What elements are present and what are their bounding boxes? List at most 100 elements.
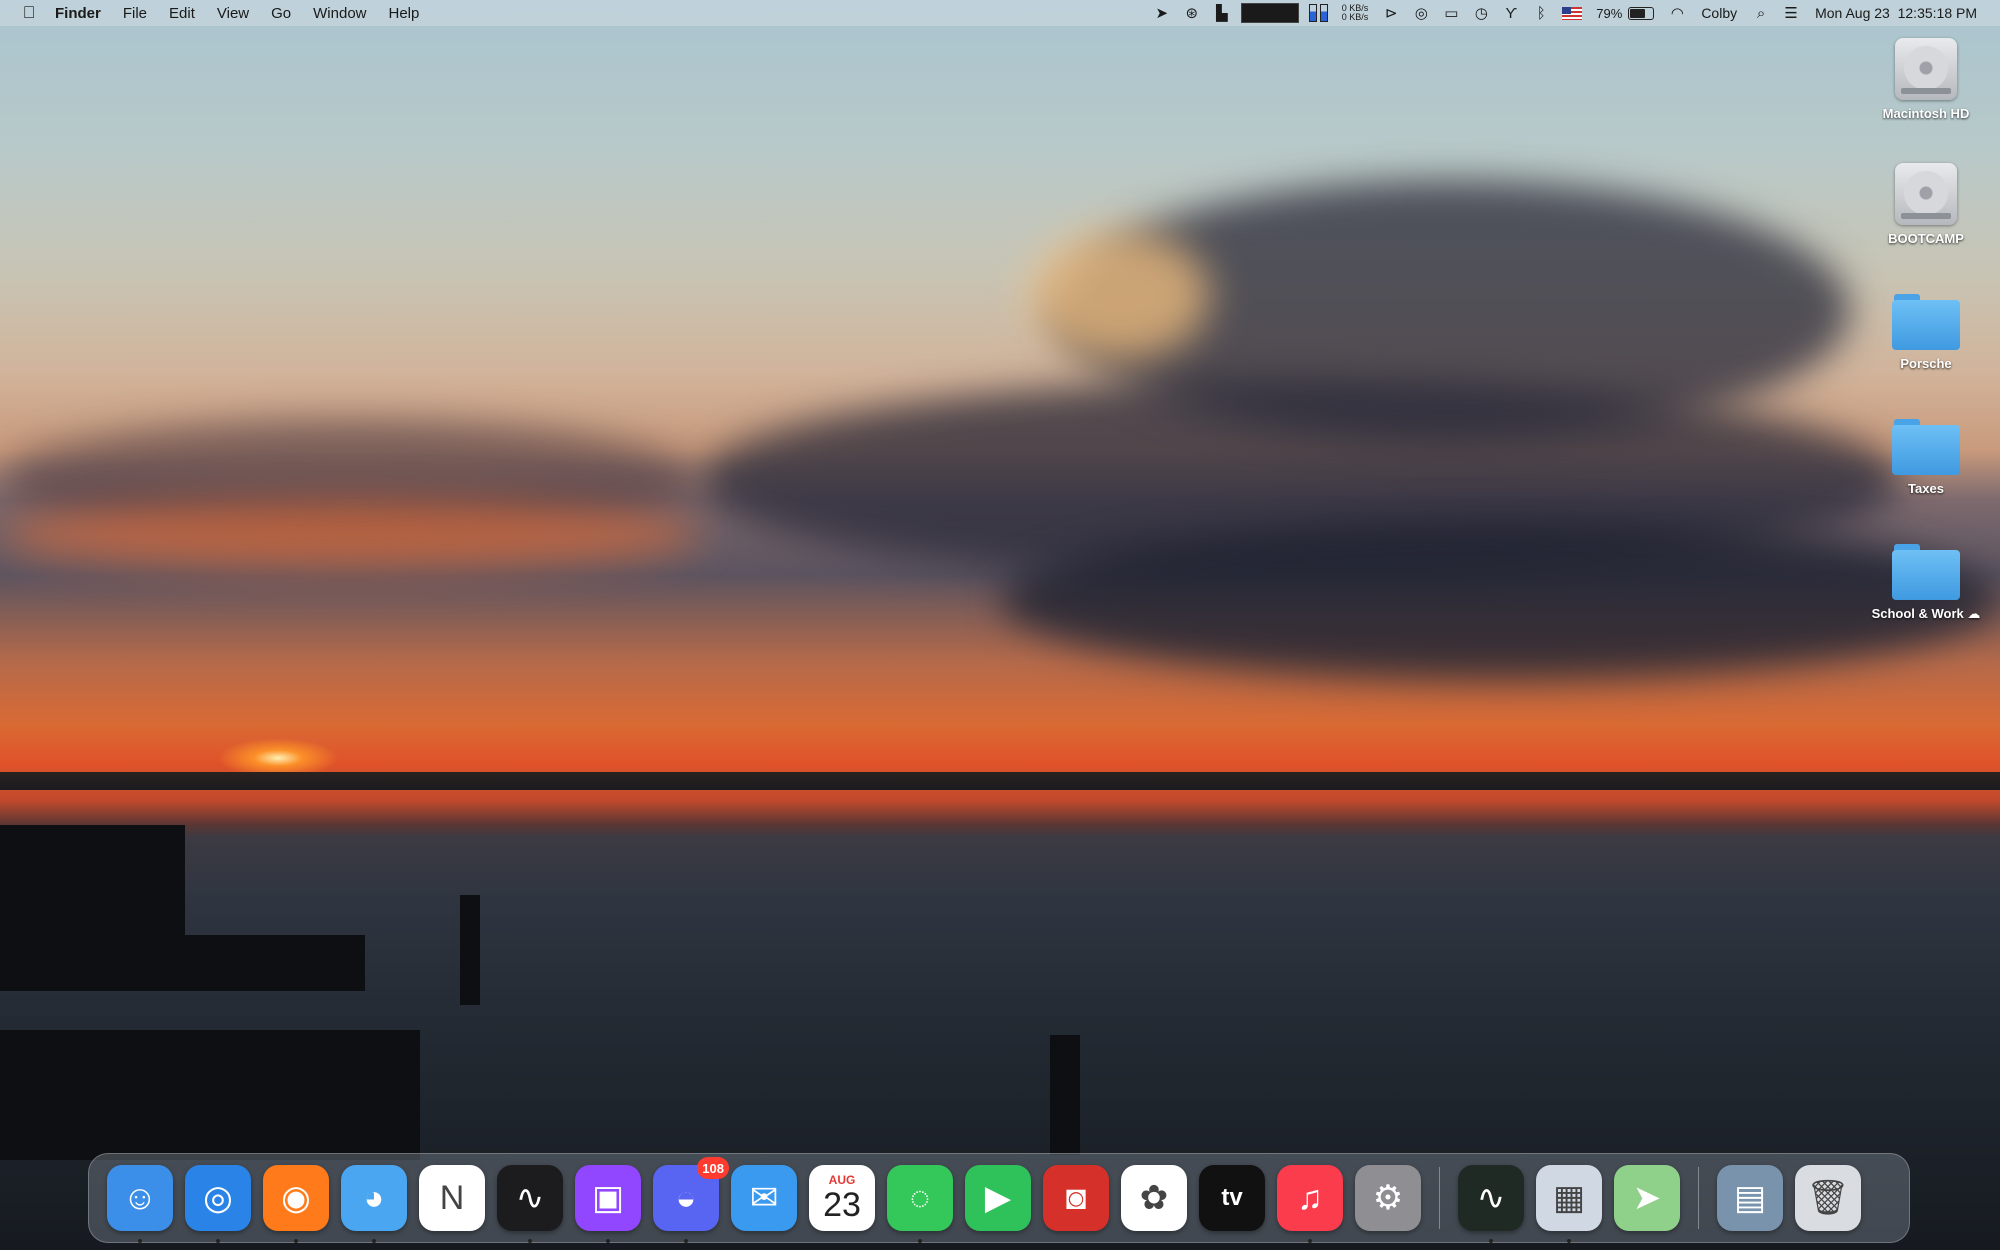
- folder-icon: [1892, 419, 1960, 475]
- cpu-usage-graph[interactable]: [1240, 3, 1299, 23]
- battery-icon: [1628, 6, 1655, 20]
- desktop-item-macintosh-hd[interactable]: Macintosh HD: [1861, 38, 1991, 121]
- menu-view[interactable]: View: [206, 5, 260, 22]
- us-flag-input-source-icon[interactable]: [1562, 6, 1583, 20]
- desktop-wallpaper: [0, 0, 2000, 1250]
- photo-booth-icon[interactable]: ◙: [1043, 1165, 1109, 1231]
- running-indicator: [684, 1239, 688, 1243]
- menu-help[interactable]: Help: [378, 5, 431, 22]
- dock-glyph: ◕: [363, 1178, 385, 1217]
- safari-icon[interactable]: ◎: [185, 1165, 251, 1243]
- clock[interactable]: Mon Aug 23 12:35:18 PM: [1806, 5, 1986, 21]
- menu-app-name[interactable]: Finder: [44, 5, 112, 22]
- running-indicator: [1308, 1239, 1312, 1243]
- dock-glyph: ▤: [1733, 1179, 1767, 1217]
- network-speed[interactable]: 0 KB/s 0 KB/s: [1334, 4, 1377, 22]
- menu-window[interactable]: Window: [302, 5, 377, 22]
- menu-go[interactable]: Go: [260, 5, 302, 22]
- network-download-rate: 0 KB/s: [1341, 12, 1369, 22]
- user-name[interactable]: Colby: [1692, 5, 1746, 21]
- antenna-icon[interactable]: ϒ: [1496, 0, 1526, 26]
- creative-cloud-icon[interactable]: ⊛: [1177, 0, 1207, 26]
- tweetbot-icon[interactable]: ◕: [341, 1165, 407, 1243]
- dock-glyph: ✉: [749, 1179, 779, 1217]
- discord-icon[interactable]: ◒ 108: [653, 1157, 729, 1243]
- menu-bar:  Finder File Edit View Go Window Help ➤…: [0, 0, 2000, 26]
- hard-drive-icon: [1895, 38, 1957, 100]
- system-preferences-icon[interactable]: ⚙: [1355, 1165, 1421, 1231]
- folder-icon: [1892, 294, 1960, 350]
- apple-logo-icon[interactable]: : [14, 3, 44, 23]
- dock-glyph: ◒: [675, 1178, 697, 1217]
- hard-drive-icon: [1895, 163, 1957, 225]
- dock-glyph: ◎: [203, 1179, 233, 1217]
- finder-icon[interactable]: ☺: [107, 1165, 173, 1243]
- messages-icon[interactable]: ◌: [887, 1165, 953, 1243]
- music-icon[interactable]: ♫: [1277, 1165, 1343, 1243]
- desktop-item-bootcamp[interactable]: BOOTCAMP: [1861, 163, 1991, 246]
- dock-glyph: ✿: [1139, 1179, 1169, 1217]
- wallpaper-cloud-glow: [0, 500, 700, 570]
- twitch-icon[interactable]: ▣: [575, 1165, 641, 1243]
- menu-edit[interactable]: Edit: [158, 5, 206, 22]
- facetime-icon[interactable]: ▶: [965, 1165, 1031, 1231]
- running-indicator: [606, 1239, 610, 1243]
- desktop-item-taxes[interactable]: Taxes: [1861, 415, 1991, 496]
- preview-icon[interactable]: ▦: [1536, 1165, 1602, 1243]
- dock-glyph: ▶: [984, 1179, 1012, 1217]
- desktop-item-label: Taxes: [1908, 481, 1944, 496]
- battery-percent: 79%: [1596, 5, 1623, 21]
- wallpaper-piling: [460, 895, 480, 1005]
- location-arrow-icon[interactable]: ➤: [1147, 0, 1177, 26]
- running-indicator: [1489, 1239, 1493, 1243]
- memory-usage-bars[interactable]: [1308, 4, 1328, 22]
- dock-glyph: ⚙: [1372, 1179, 1404, 1217]
- running-indicator: [918, 1239, 922, 1243]
- calendar-icon[interactable]: AUG 23: [809, 1165, 875, 1231]
- dock-glyph: ∿: [1476, 1179, 1506, 1217]
- running-indicator: [1567, 1239, 1571, 1243]
- dock-glyph: ∿: [515, 1179, 545, 1217]
- bluetooth-icon[interactable]: ᛒ: [1526, 0, 1556, 26]
- time-machine-icon[interactable]: ◷: [1466, 0, 1496, 26]
- firefox-icon[interactable]: ◉: [263, 1165, 329, 1243]
- desktop-item-school-and-work[interactable]: School & Work ☁: [1861, 540, 1991, 622]
- desktop-item-label: School & Work ☁: [1872, 606, 1981, 622]
- running-indicator: [528, 1239, 532, 1243]
- mail-icon[interactable]: ✉: [731, 1165, 797, 1231]
- apple-tv-icon[interactable]: tv: [1199, 1165, 1265, 1231]
- calendar-month: AUG: [828, 1173, 856, 1187]
- wallpaper-horizon: [0, 772, 2000, 790]
- dock-separator: [1439, 1167, 1440, 1229]
- dock-glyph: ➤: [1632, 1179, 1662, 1217]
- stocks-icon[interactable]: ∿: [497, 1165, 563, 1243]
- running-indicator: [138, 1239, 142, 1243]
- activity-monitor-icon[interactable]: ∿: [1458, 1165, 1524, 1243]
- icloud-upload-icon: ☁: [1967, 606, 1981, 621]
- dock-glyph: ◙: [1065, 1178, 1087, 1217]
- trash-icon[interactable]: 🗑: [1795, 1165, 1861, 1231]
- downloads-stack-icon[interactable]: ▤: [1717, 1165, 1783, 1231]
- monitor-control-icon[interactable]: ▙: [1207, 0, 1237, 26]
- running-indicator: [294, 1239, 298, 1243]
- wallpaper-cloud-glow: [1030, 230, 1210, 360]
- photos-icon[interactable]: ✿: [1121, 1165, 1187, 1231]
- news-icon[interactable]: N: [419, 1165, 485, 1231]
- desktop-item-label: Porsche: [1900, 356, 1952, 371]
- dock-glyph: ◌: [909, 1178, 931, 1217]
- menu-file[interactable]: File: [112, 5, 158, 22]
- spotlight-search-icon[interactable]: ⌕: [1746, 0, 1776, 26]
- maps-icon[interactable]: ➤: [1614, 1165, 1680, 1231]
- play-icon[interactable]: ⊳: [1376, 0, 1406, 26]
- display-icon[interactable]: ▭: [1436, 0, 1466, 26]
- wallpaper-pier: [0, 825, 185, 935]
- wifi-icon[interactable]: ◠: [1662, 0, 1692, 26]
- desktop-item-porsche[interactable]: Porsche: [1861, 290, 1991, 371]
- control-center-icon[interactable]: ☰: [1776, 0, 1806, 26]
- wallpaper-piling: [1050, 1035, 1080, 1155]
- airdrop-icon[interactable]: ◎: [1406, 0, 1436, 26]
- desktop-item-label-text: School & Work: [1871, 606, 1964, 621]
- notification-badge: 108: [697, 1157, 729, 1179]
- running-indicator: [216, 1239, 220, 1243]
- battery-status[interactable]: 79%: [1588, 6, 1662, 21]
